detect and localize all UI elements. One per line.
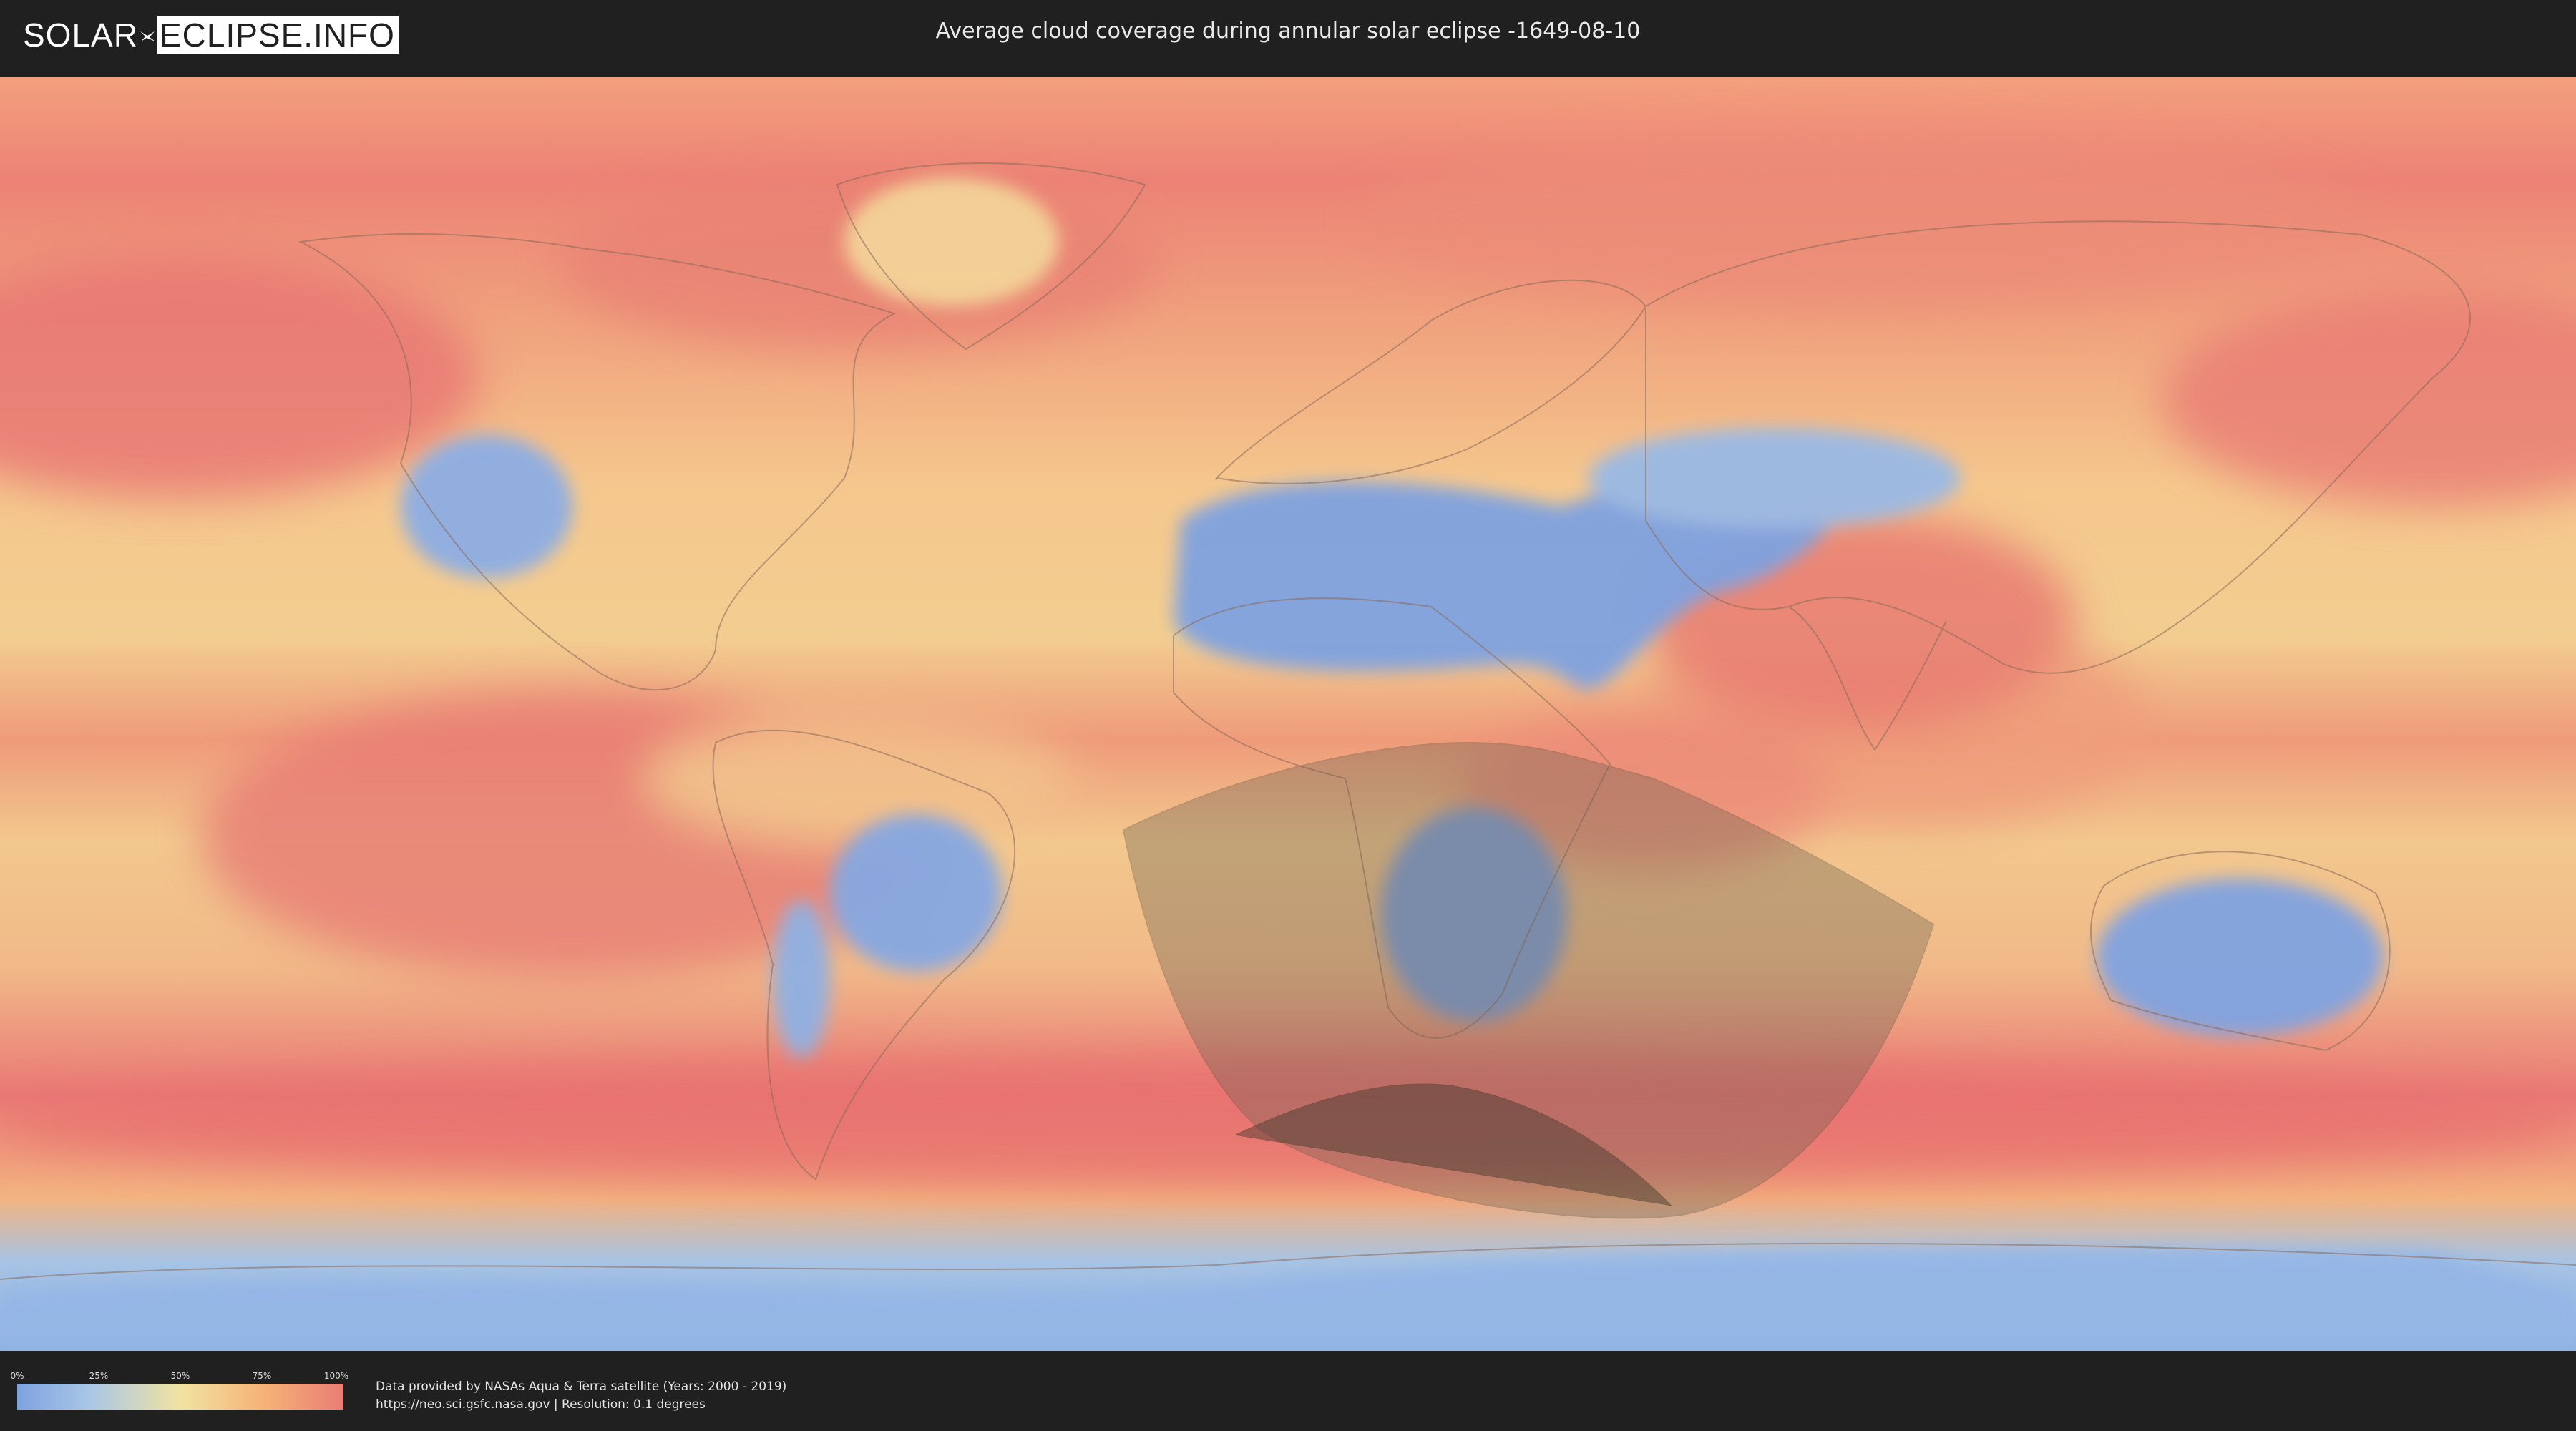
legend-tick-50: 50% (170, 1371, 190, 1381)
legend-tick-25: 25% (89, 1371, 109, 1381)
cloud-coverage-legend: 0% 25% 50% 75% 100% (10, 1371, 348, 1414)
credit-line: Data provided by NASAs Aqua & Terra sate… (376, 1379, 787, 1394)
legend-tick-100: 100% (323, 1371, 349, 1381)
map-frame (0, 77, 2576, 1351)
legend-tick-0: 0% (10, 1371, 24, 1381)
source-line[interactable]: https://neo.sci.gsfc.nasa.gov | Resoluti… (376, 1396, 786, 1414)
clear-region-central-asia (1589, 428, 1961, 528)
clear-region-australia (2097, 879, 2383, 1036)
data-credits: Data provided by NASAs Aqua & Terra sate… (376, 1378, 786, 1414)
page-title: Average cloud coverage during annular so… (935, 19, 1641, 44)
cloud-coverage-map[interactable] (0, 77, 2576, 1351)
header-bar: SOLAR ECLIPSE.INFO Average cloud coverag… (0, 0, 2576, 72)
legend-tick-75: 75% (252, 1371, 272, 1381)
legend-color-bar (17, 1384, 343, 1410)
greenland (844, 177, 1059, 306)
footer-bar: 0% 25% 50% 75% 100% Data provided by NAS… (0, 1357, 2576, 1431)
clear-region-north-america (401, 435, 572, 578)
